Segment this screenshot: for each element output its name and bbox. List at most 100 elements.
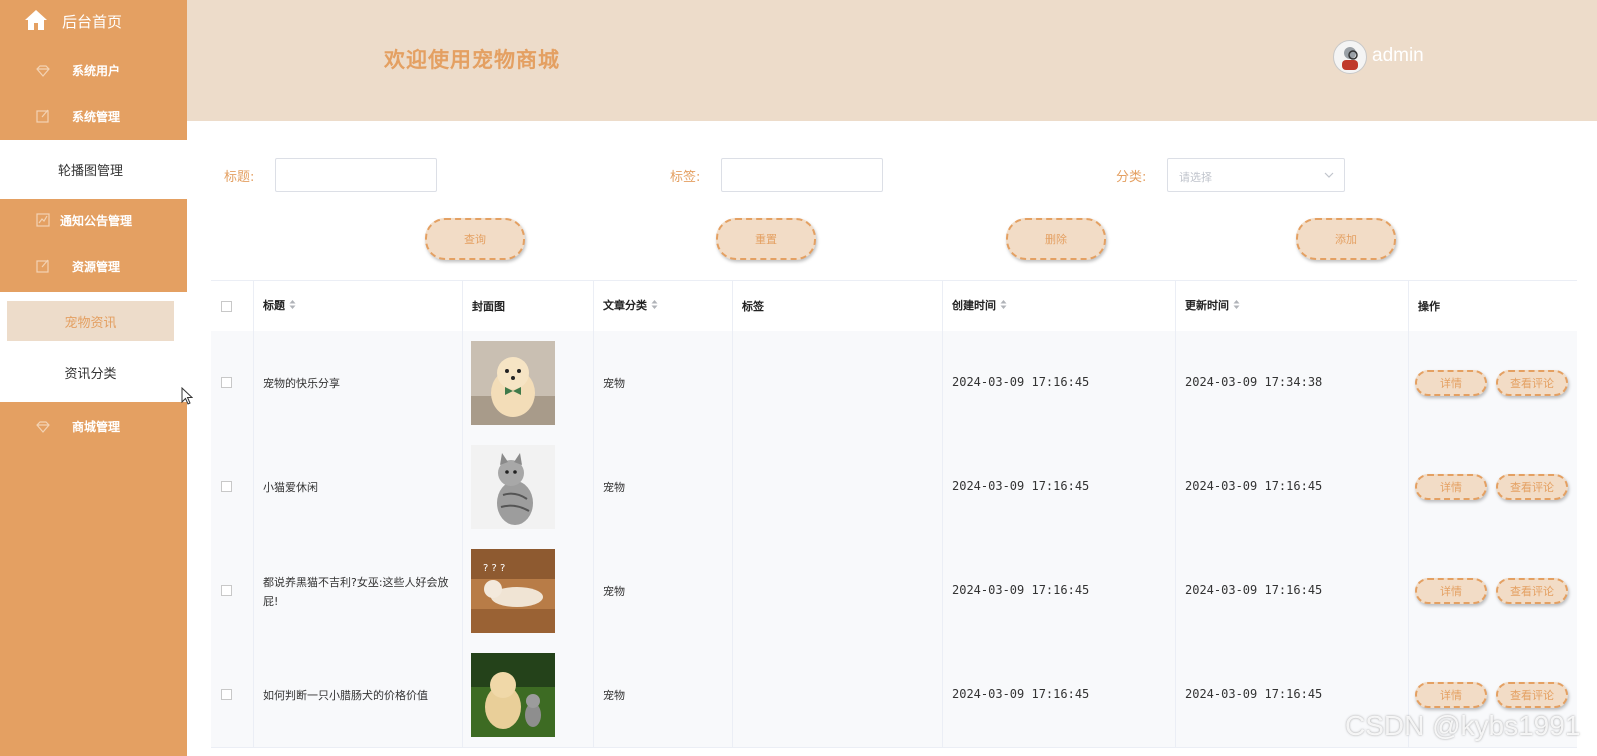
sidebar-item-label: 资源管理: [72, 260, 121, 274]
home-icon: [24, 9, 48, 35]
header-created[interactable]: 创建时间: [942, 281, 1175, 331]
sidebar-home[interactable]: 后台首页: [0, 0, 187, 42]
row-cover: [462, 331, 593, 435]
page-title: 欢迎使用宠物商城: [384, 48, 560, 72]
reset-button[interactable]: 重置: [716, 218, 816, 260]
header-actions-label: 操作: [1418, 300, 1440, 313]
row-created: 2024-03-09 17:16:45: [942, 331, 1175, 435]
cover-image-puppy-kitten: [471, 653, 555, 737]
sidebar-item-resources[interactable]: 资源管理: [0, 246, 187, 286]
row-checkbox[interactable]: [221, 585, 232, 596]
row-tag: [732, 331, 942, 435]
sidebar-home-label: 后台首页: [62, 13, 123, 31]
row-actions: 详情 查看评论: [1408, 331, 1577, 435]
table-row[interactable]: 宠物的快乐分享 宠物 2024-03-09 17:16:45 2024-03-0…: [211, 331, 1577, 436]
view-comments-button[interactable]: 查看评论: [1496, 578, 1568, 604]
row-tag: [732, 435, 942, 539]
chevron-down-icon: [1324, 169, 1334, 182]
sidebar-subitem-news-category[interactable]: 资讯分类: [7, 352, 174, 392]
edit-icon: [36, 108, 50, 127]
header-updated[interactable]: 更新时间: [1175, 281, 1408, 331]
table-row[interactable]: 小猫爱休闲 宠物 2024-03-09 17:16:45 2024-03-09 …: [211, 435, 1577, 540]
header-category-label: 文章分类: [603, 299, 647, 312]
header-category[interactable]: 文章分类: [593, 281, 732, 331]
header-cover-label: 封面图: [472, 300, 505, 313]
category-select-placeholder: 请选择: [1179, 171, 1212, 184]
row-checkbox[interactable]: [221, 481, 232, 492]
header-title-label: 标题: [263, 299, 285, 312]
row-checkbox[interactable]: [221, 377, 232, 388]
title-filter-label: 标题:: [224, 170, 255, 185]
view-comments-button[interactable]: 查看评论: [1496, 474, 1568, 500]
top-header: 欢迎使用宠物商城 admin: [187, 0, 1597, 121]
detail-button[interactable]: 详情: [1415, 578, 1487, 604]
username[interactable]: admin: [1372, 45, 1424, 67]
sort-icon[interactable]: [289, 299, 296, 313]
sidebar-subitem-pet-news[interactable]: 宠物资讯: [7, 301, 174, 341]
row-category: 宠物: [593, 539, 732, 643]
category-filter-label: 分类:: [1116, 170, 1147, 185]
table-header-row: 标题 封面图 文章分类 标签 创建时间 更新时间 操作: [211, 281, 1577, 332]
sidebar-item-system-manage[interactable]: 系统管理: [0, 96, 187, 136]
sort-icon[interactable]: [1233, 299, 1240, 313]
sidebar-item-notices[interactable]: 通知公告管理: [0, 200, 187, 240]
row-select-cell: [211, 643, 253, 747]
row-title: 如何判断一只小腊肠犬的价格价值: [253, 643, 462, 747]
view-comments-button[interactable]: 查看评论: [1496, 682, 1568, 708]
sidebar-item-label: 系统用户: [72, 64, 121, 78]
header-select-cell: [211, 281, 253, 331]
row-category: 宠物: [593, 643, 732, 747]
avatar[interactable]: [1333, 40, 1367, 74]
row-select-cell: [211, 539, 253, 643]
header-cover: 封面图: [462, 281, 593, 331]
row-category: 宠物: [593, 331, 732, 435]
news-table: 标题 封面图 文章分类 标签 创建时间 更新时间 操作 宠物的快乐分享 宠物 2…: [211, 280, 1577, 748]
tag-filter-input[interactable]: [721, 158, 883, 192]
row-created: 2024-03-09 17:16:45: [942, 539, 1175, 643]
mouse-cursor-icon: [181, 386, 194, 409]
sidebar-item-mall[interactable]: 商城管理: [0, 406, 187, 446]
row-updated: 2024-03-09 17:16:45: [1175, 435, 1408, 539]
header-tag: 标签: [732, 281, 942, 331]
header-actions: 操作: [1408, 281, 1577, 331]
sidebar-item-system-users[interactable]: 系统用户: [0, 50, 187, 90]
diamond-icon: [36, 418, 50, 437]
row-checkbox[interactable]: [221, 689, 232, 700]
detail-button[interactable]: 详情: [1415, 682, 1487, 708]
header-updated-label: 更新时间: [1185, 299, 1229, 312]
row-tag: [732, 539, 942, 643]
header-created-label: 创建时间: [952, 299, 996, 312]
chart-icon: [36, 212, 50, 231]
row-title: 小猫爱休闲: [253, 435, 462, 539]
row-select-cell: [211, 331, 253, 435]
row-cover: [462, 435, 593, 539]
sidebar-item-label: 通知公告管理: [60, 214, 133, 228]
row-actions: 详情 查看评论: [1408, 539, 1577, 643]
sidebar-item-label: 系统管理: [72, 110, 121, 124]
sort-icon[interactable]: [1000, 299, 1007, 313]
title-filter-input[interactable]: [275, 158, 437, 192]
sidebar-subitem-carousel[interactable]: 轮播图管理: [7, 149, 174, 189]
diamond-icon: [36, 62, 50, 81]
row-cover: ? ? ?: [462, 539, 593, 643]
query-button[interactable]: 查询: [425, 218, 525, 260]
row-tag: [732, 643, 942, 747]
sidebar: 后台首页 系统用户 系统管理 轮播图管理 通知公告管理 资源管理 宠物资讯 资讯…: [0, 0, 187, 756]
view-comments-button[interactable]: 查看评论: [1496, 370, 1568, 396]
cover-image-black-cat: ? ? ?: [471, 549, 555, 633]
delete-button[interactable]: 删除: [1006, 218, 1106, 260]
tag-filter-label: 标签:: [670, 170, 701, 185]
sidebar-item-label: 商城管理: [72, 420, 121, 434]
header-tag-label: 标签: [742, 300, 764, 313]
detail-button[interactable]: 详情: [1415, 370, 1487, 396]
sort-icon[interactable]: [651, 299, 658, 313]
table-row[interactable]: 都说养黑猫不吉利?女巫:这些人好会放屁! ? ? ? 宠物 2024-03-09…: [211, 539, 1577, 644]
select-all-checkbox[interactable]: [221, 301, 232, 312]
row-actions: 详情 查看评论: [1408, 435, 1577, 539]
add-button[interactable]: 添加: [1296, 218, 1396, 260]
detail-button[interactable]: 详情: [1415, 474, 1487, 500]
cover-image-cat: [471, 445, 555, 529]
row-updated: 2024-03-09 17:16:45: [1175, 539, 1408, 643]
category-select[interactable]: 请选择: [1167, 158, 1345, 192]
header-title[interactable]: 标题: [253, 281, 462, 331]
